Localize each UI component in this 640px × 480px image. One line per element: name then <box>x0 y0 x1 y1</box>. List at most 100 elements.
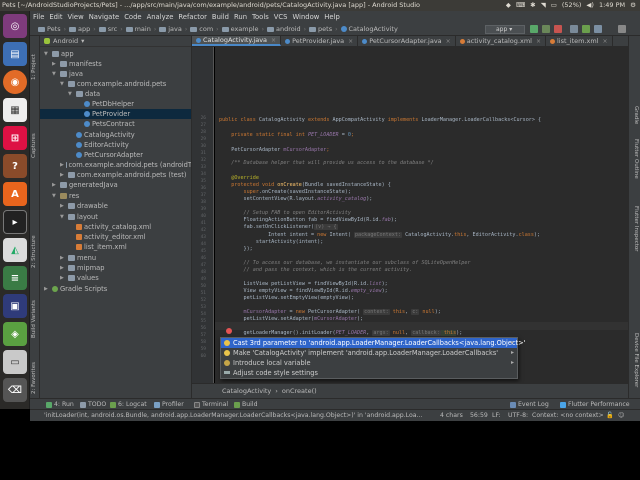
help-icon[interactable]: ? <box>3 154 27 178</box>
expanded-arrow-icon[interactable]: ▼ <box>60 214 66 220</box>
writer-icon[interactable]: ▦ <box>3 98 27 122</box>
trash-icon[interactable]: ⌫ <box>3 378 27 402</box>
virtualbox-icon[interactable]: ▣ <box>3 294 27 318</box>
menu-build[interactable]: Build <box>212 13 229 21</box>
editor-tab[interactable]: CatalogActivity.java × <box>192 35 282 46</box>
code-editor[interactable]: public class CatalogActivity extends App… <box>215 47 628 383</box>
collapsed-arrow-icon[interactable]: ▶ <box>44 286 50 292</box>
tree-item[interactable]: ▼ java <box>40 69 191 79</box>
bluetooth-icon[interactable]: ✱ <box>530 0 535 11</box>
tree-item[interactable]: ▼ com.example.android.pets <box>40 79 191 89</box>
flutter-inspector-tool-tab[interactable]: Flutter Inspector <box>633 206 639 252</box>
close-tab-icon[interactable]: × <box>271 35 276 46</box>
breadcrumb-app[interactable]: app <box>69 25 90 33</box>
intention-make-implement[interactable]: Make 'CatalogActivity' implement 'androi… <box>221 348 517 358</box>
font-viewer-icon[interactable]: A <box>3 182 27 206</box>
flutter-outline-tool-tab[interactable]: Flutter Outline <box>633 139 639 179</box>
run-icon[interactable] <box>530 25 538 33</box>
tree-item[interactable]: PetDbHelper <box>40 99 191 109</box>
captures-tool-tab[interactable]: Captures <box>31 133 37 158</box>
menu-help[interactable]: Help <box>324 13 340 21</box>
gradle-tool-tab[interactable]: Gradle <box>633 106 639 124</box>
run-configuration-select[interactable]: app ▾ <box>485 25 525 34</box>
image-viewer-icon[interactable]: ▭ <box>3 350 27 374</box>
collapsed-arrow-icon[interactable]: ▶ <box>60 265 66 271</box>
sync-gradle-icon[interactable] <box>570 25 578 33</box>
tree-item[interactable]: ▶ values <box>40 273 191 283</box>
tree-item[interactable]: activity_editor.xml <box>40 232 191 242</box>
project-tool-tab[interactable]: 1: Project <box>31 54 37 80</box>
battery-icon[interactable]: ▭ <box>551 0 557 11</box>
calculator-icon[interactable]: ≡ <box>3 266 27 290</box>
line-number-gutter[interactable]: 26 27 28 29 30 31 32 33 34 35 36 37 38 39 40 41 42 43 44 45… <box>192 47 214 383</box>
expanded-arrow-icon[interactable]: ▼ <box>44 51 50 57</box>
project-view-selector[interactable]: Android ▾ <box>40 36 191 47</box>
expanded-arrow-icon[interactable]: ▼ <box>68 91 74 97</box>
tree-item[interactable]: PetsContract <box>40 119 191 129</box>
menu-refactor[interactable]: Refactor <box>178 13 207 21</box>
android-studio-running-icon[interactable]: ◈ <box>3 322 27 346</box>
tree-item[interactable]: ▶ com.example.android.pets (test) <box>40 170 191 180</box>
collapsed-arrow-icon[interactable]: ▶ <box>52 182 58 188</box>
intention-adjust-code-style[interactable]: Adjust code style settings <box>221 368 517 378</box>
power-gear-icon[interactable]: ⚙ <box>630 0 636 11</box>
build-variants-tool-tab[interactable]: Build Variants <box>31 300 37 338</box>
editor-breadcrumb-class[interactable]: CatalogActivity <box>222 387 271 395</box>
collapsed-arrow-icon[interactable]: ▶ <box>60 255 66 261</box>
collapsed-arrow-icon[interactable]: ▶ <box>60 162 64 168</box>
terminal-icon[interactable]: ▸ <box>3 210 27 234</box>
breadcrumb-pets[interactable]: Pets <box>38 25 61 33</box>
tree-item[interactable]: PetProvider <box>40 109 191 119</box>
debug-icon[interactable] <box>542 25 550 33</box>
menu-view[interactable]: View <box>68 13 84 21</box>
collapsed-arrow-icon[interactable]: ▶ <box>60 203 66 209</box>
ubuntu-dash-icon[interactable]: ◎ <box>3 14 27 38</box>
collapsed-arrow-icon[interactable]: ▶ <box>60 275 66 281</box>
editor-tab[interactable]: activity_catalog.xml × <box>456 36 546 46</box>
menu-edit[interactable]: Edit <box>49 13 62 21</box>
collapsed-arrow-icon[interactable]: ▶ <box>60 172 66 178</box>
close-tab-icon[interactable]: × <box>603 36 608 47</box>
tree-item[interactable]: PetCursorAdapter <box>40 150 191 160</box>
sdk-manager-icon[interactable] <box>594 25 602 33</box>
menu-analyze[interactable]: Analyze <box>147 13 174 21</box>
files-icon[interactable]: ▤ <box>3 42 27 66</box>
avd-manager-icon[interactable] <box>582 25 590 33</box>
breadcrumb-catalogactivity[interactable]: CatalogActivity <box>340 25 398 33</box>
expanded-arrow-icon[interactable]: ▼ <box>60 81 66 87</box>
tree-item[interactable]: activity_catalog.xml <box>40 222 191 232</box>
expanded-arrow-icon[interactable]: ▼ <box>52 71 58 77</box>
menu-vcs[interactable]: VCS <box>274 13 288 21</box>
firefox-icon[interactable]: ◉ <box>3 70 27 94</box>
breadcrumb-src[interactable]: src <box>98 25 117 33</box>
tree-item[interactable]: ▶ mipmap <box>40 263 191 273</box>
android-studio-icon[interactable]: ◭ <box>3 238 27 262</box>
tree-item[interactable]: ▼ app <box>40 49 191 59</box>
editor-tab[interactable]: PetCursorAdapter.java × <box>358 36 456 46</box>
menu-code[interactable]: Code <box>124 13 141 21</box>
breadcrumb-pets-package[interactable]: pets <box>309 25 332 33</box>
intention-introduce-local-variable[interactable]: Introduce local variable ▸ <box>221 358 517 368</box>
stop-icon[interactable] <box>554 25 562 33</box>
favorites-tool-tab[interactable]: 2: Favorites <box>31 362 37 394</box>
editor-tab[interactable]: PetProvider.java × <box>281 36 359 46</box>
tree-item[interactable]: list_item.xml <box>40 242 191 252</box>
expanded-arrow-icon[interactable]: ▼ <box>52 193 58 199</box>
volume-icon[interactable]: ◀) <box>586 0 594 11</box>
tree-item[interactable]: EditorActivity <box>40 140 191 150</box>
structure-tool-tab[interactable]: 2: Structure <box>31 235 37 268</box>
wifi-icon[interactable]: ◥ <box>541 0 546 11</box>
tree-item[interactable]: ▶ drawable <box>40 201 191 211</box>
breadcrumb-main[interactable]: main <box>125 25 151 33</box>
menu-tools[interactable]: Tools <box>252 13 269 21</box>
intention-cast-parameter[interactable]: Cast 3rd parameter to 'android.app.Loade… <box>221 338 525 348</box>
menu-run[interactable]: Run <box>234 13 247 21</box>
software-center-icon[interactable]: ⊞ <box>3 126 27 150</box>
quick-fix-bulb-icon[interactable] <box>224 326 233 335</box>
editor-tab[interactable]: list_item.xml × <box>546 36 613 46</box>
breadcrumb-com[interactable]: com <box>190 25 213 33</box>
tree-item[interactable]: ▼ res <box>40 191 191 201</box>
breadcrumb-java[interactable]: java <box>159 25 182 33</box>
breadcrumb-example[interactable]: example <box>221 25 259 33</box>
editor-breadcrumb-method[interactable]: onCreate() <box>282 387 317 395</box>
